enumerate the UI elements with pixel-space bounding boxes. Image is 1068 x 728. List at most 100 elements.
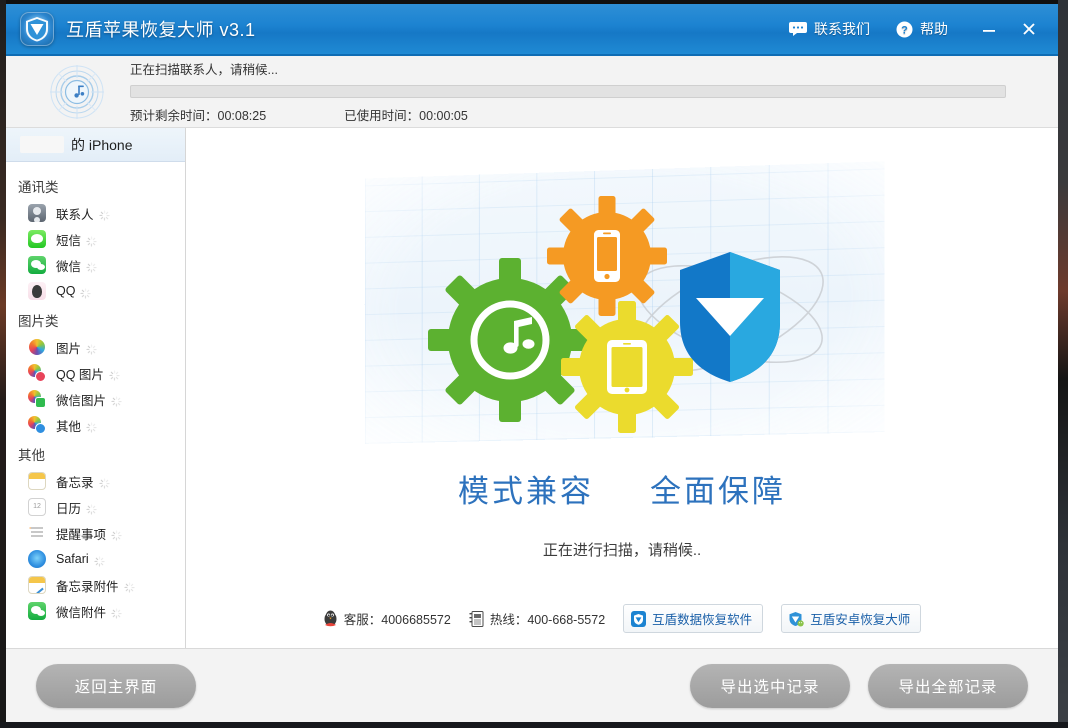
help-label: 帮助	[920, 21, 948, 37]
sidebar-item-label: QQ 图片	[56, 367, 104, 382]
sidebar-item-wechat-attachment[interactable]: 微信附件	[6, 598, 185, 624]
screen: 互盾苹果恢复大师 v3.1 联系我们 ? 帮助 正在扫描联系人，请稍候... 预…	[0, 0, 1068, 728]
title-bar: 互盾苹果恢复大师 v3.1 联系我们 ? 帮助	[6, 4, 1058, 56]
sidebar-item-wechat[interactable]: 微信	[6, 252, 185, 278]
sidebar-item-label: Safari	[56, 552, 89, 566]
device-name-redacted	[20, 136, 64, 153]
loading-spinner-icon	[98, 208, 110, 221]
close-button[interactable]	[1014, 14, 1044, 44]
sidebar-group-title: 其他	[18, 448, 45, 463]
remaining-time-label: 预计剩余时间：00:08:25	[130, 109, 267, 123]
sidebar-item-label: 日历	[56, 501, 82, 516]
loading-spinner-icon	[111, 394, 122, 407]
back-to-main-button[interactable]: 返回主界面	[36, 663, 196, 708]
phone-book-icon	[469, 610, 484, 627]
sidebar-item-label: 图片	[56, 341, 82, 356]
app-window: 互盾苹果恢复大师 v3.1 联系我们 ? 帮助 正在扫描联系人，请稍候... 预…	[6, 4, 1058, 722]
tagline-part-2: 全面保障	[650, 474, 786, 510]
promo-data-recovery-button[interactable]: 互盾数据恢复软件	[623, 604, 764, 633]
qq-photos-icon	[28, 364, 46, 382]
wechat-icon	[28, 256, 46, 274]
sidebar: 的 iPhone 通讯类 联系人 短信 微信 QQ 图片类 图片 QQ 图片 微信图片 其他 其他备…	[6, 128, 186, 648]
help-button[interactable]: ? 帮助	[896, 19, 948, 39]
contact-us-button[interactable]: 联系我们	[789, 19, 870, 39]
qq-icon	[28, 282, 46, 300]
sidebar-item-notes-attachment[interactable]: 备忘录附件	[6, 572, 185, 598]
photos-icon	[28, 338, 46, 356]
main-content: 模式兼容 全面保障 正在进行扫描，请稍候.. 客服：4006685572 热线：…	[186, 128, 1058, 648]
shield-blue-icon	[631, 610, 647, 627]
promo-android-recovery-button[interactable]: 互盾安卓恢复大师	[781, 604, 922, 633]
calendar-icon	[28, 498, 46, 516]
sidebar-item-label: 提醒事项	[56, 527, 107, 542]
contact-us-label: 联系我们	[814, 21, 870, 37]
qq-service-item[interactable]: 客服：4006685572	[323, 609, 451, 628]
loading-spinner-icon	[111, 606, 122, 619]
loading-spinner-icon	[123, 580, 135, 593]
loading-spinner-icon	[98, 476, 110, 489]
minimize-button[interactable]	[974, 14, 1004, 44]
sidebar-item-sms[interactable]: 短信	[6, 226, 185, 252]
loading-spinner-icon	[86, 234, 97, 247]
sidebar-item-label: 短信	[56, 233, 82, 248]
sidebar-item-calendar[interactable]: 日历	[6, 494, 185, 520]
device-name-label: 的 iPhone	[71, 136, 133, 153]
sidebar-item-label: QQ	[56, 284, 76, 298]
reminders-icon	[28, 524, 46, 542]
sidebar-item-safari[interactable]: Safari	[6, 546, 185, 572]
svg-text:?: ?	[901, 24, 908, 36]
desktop-edge-right	[1058, 0, 1068, 728]
sidebar-item-label: 微信	[56, 259, 82, 274]
wechat-photos-icon	[28, 390, 46, 408]
loading-spinner-icon	[86, 342, 97, 355]
elapsed-time-label: 已使用时间：00:00:05	[344, 109, 468, 123]
promo-android-recovery-label: 互盾安卓恢复大师	[810, 613, 911, 627]
qq-service-label: 客服：4006685572	[343, 613, 451, 627]
scan-status-line: 正在进行扫描，请稍候..	[542, 542, 702, 559]
hotline-label: 热线：400-668-5572	[489, 613, 606, 627]
shield-android-icon	[789, 611, 804, 627]
scan-status-text: 正在扫描联系人，请稍候...	[130, 63, 278, 77]
chat-bubble-icon	[789, 22, 807, 36]
sidebar-item-label: 微信附件	[56, 605, 107, 620]
sidebar-item-qq[interactable]: QQ	[6, 278, 185, 304]
notes-icon	[28, 472, 46, 490]
progress-column: 正在扫描联系人，请稍候... 预计剩余时间：00:08:25 已使用时间：00:…	[130, 59, 1058, 124]
sms-icon	[28, 230, 46, 248]
sidebar-item-wechat-photos[interactable]: 微信图片	[6, 386, 185, 412]
wechat-attachment-icon	[28, 602, 46, 620]
sidebar-item-qq-photos[interactable]: QQ 图片	[6, 360, 185, 386]
progress-bar	[130, 85, 1006, 98]
loading-spinner-icon	[80, 286, 92, 299]
radar-music-scan-icon	[48, 63, 106, 121]
loading-spinner-icon	[86, 260, 97, 273]
safari-icon	[28, 550, 46, 568]
export-selected-button[interactable]: 导出选中记录	[690, 663, 850, 708]
sidebar-item-other-photos[interactable]: 其他	[6, 412, 185, 438]
time-row: 预计剩余时间：00:08:25 已使用时间：00:00:05	[130, 105, 1006, 124]
other-photos-icon	[28, 416, 46, 434]
scan-progress-panel: 正在扫描联系人，请稍候... 预计剩余时间：00:08:25 已使用时间：00:…	[6, 56, 1058, 128]
device-tab[interactable]: 的 iPhone	[6, 128, 185, 162]
sidebar-item-reminders[interactable]: 提醒事项	[6, 520, 185, 546]
desktop-edge-bottom	[0, 722, 1068, 728]
loading-spinner-icon	[86, 502, 97, 515]
tagline: 模式兼容 全面保障	[458, 466, 786, 511]
sidebar-item-contacts[interactable]: 联系人	[6, 200, 185, 226]
body-area: 的 iPhone 通讯类 联系人 短信 微信 QQ 图片类 图片 QQ 图片 微信图片 其他 其他备…	[6, 128, 1058, 648]
sidebar-group-title: 通讯类	[18, 180, 59, 195]
sidebar-item-label: 其他	[56, 419, 82, 434]
app-title: 互盾苹果恢复大师 v3.1	[66, 20, 256, 40]
contacts-icon	[28, 204, 46, 222]
footer-toolbar: 返回主界面 导出选中记录 导出全部记录	[6, 648, 1058, 722]
loading-spinner-icon	[94, 554, 105, 567]
sidebar-item-label: 微信图片	[56, 393, 107, 408]
contact-row: 客服：4006685572 热线：400-668-5572 互盾数据恢复软件 互…	[323, 604, 922, 633]
sidebar-item-photos[interactable]: 图片	[6, 334, 185, 360]
sidebar-item-notes[interactable]: 备忘录	[6, 468, 185, 494]
export-all-button[interactable]: 导出全部记录	[868, 663, 1028, 708]
question-circle-icon: ?	[896, 21, 913, 38]
promo-data-recovery-label: 互盾数据恢复软件	[652, 613, 753, 627]
shield-logo-icon	[20, 12, 54, 46]
loading-spinner-icon	[86, 420, 97, 433]
